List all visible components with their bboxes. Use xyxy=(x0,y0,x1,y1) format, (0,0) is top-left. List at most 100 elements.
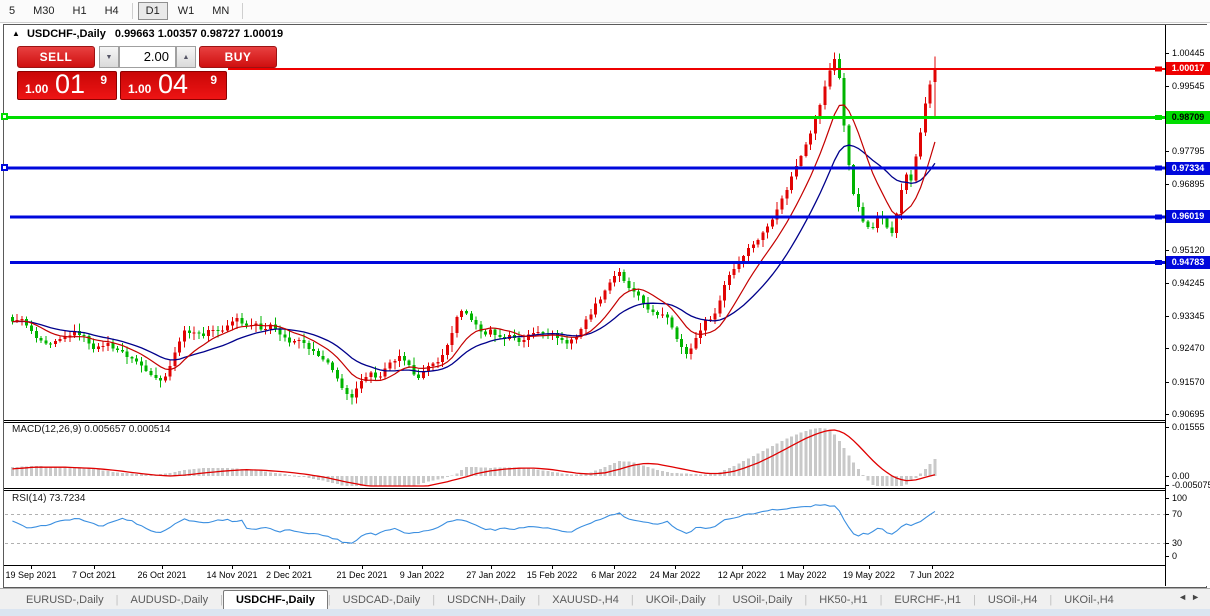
timeframe-button-d1[interactable]: D1 xyxy=(137,2,168,20)
date-tick xyxy=(869,566,870,569)
timeframe-toolbar[interactable]: 5 M30 H1 H4 D1 W1 MN xyxy=(0,0,1210,23)
date-label: 14 Nov 2021 xyxy=(206,570,258,580)
one-click-trade-panel: SELL ▼ 2.00 ▲ BUY 1.00 01 9 1.00 04 9 xyxy=(5,44,277,102)
chart-title-symbol: USDCHF-,Daily xyxy=(26,28,106,40)
sell-button[interactable]: SELL xyxy=(17,46,95,68)
price-tick-label: 0.99545 xyxy=(1172,81,1205,92)
timeframe-button-5[interactable]: 5 xyxy=(1,2,23,20)
price-level-badge: 1.00017 xyxy=(1166,62,1210,76)
panel-separator[interactable] xyxy=(4,488,1207,491)
price-tick-label: 0.94245 xyxy=(1172,277,1205,288)
timeframe-button-h1[interactable]: H1 xyxy=(65,2,95,20)
panel-separator[interactable] xyxy=(4,420,1207,423)
date-axis[interactable]: 19 Sep 2021 7 Oct 2021 26 Oct 2021 14 Nov 2… xyxy=(5,566,1165,586)
date-label: 7 Jun 2022 xyxy=(909,570,955,580)
trading-terminal: { "toolbar": { "timeframes": ["5","M30",… xyxy=(0,0,1210,616)
price-tick xyxy=(1165,381,1169,383)
date-tick xyxy=(932,566,933,569)
indicator-tick-label: 70 xyxy=(1172,509,1183,519)
indicator-tick-label: 0.01555 xyxy=(1172,422,1205,432)
toolbar-separator xyxy=(242,3,244,19)
price-axis[interactable]: 1.00445 0.99545 0.97795 0.96895 0.95120 0.942… xyxy=(1165,25,1210,586)
date-label: 21 Dec 2021 xyxy=(336,570,388,580)
price-tick-label: 0.91570 xyxy=(1172,376,1205,387)
rsi-label: RSI(14) 73.7234 xyxy=(12,493,86,504)
tab-usdcaddaily[interactable]: USDCAD-,Daily xyxy=(331,591,433,609)
tab-usdchfdaily[interactable]: USDCHF-,Daily xyxy=(222,590,328,610)
price-tick xyxy=(1165,184,1169,186)
date-label: 2 Dec 2021 xyxy=(265,570,313,580)
date-tick xyxy=(232,566,233,569)
level-handle[interactable] xyxy=(1,164,8,172)
collapse-triangle-icon[interactable]: ▲ xyxy=(12,29,20,38)
price-tick xyxy=(1165,151,1169,153)
tab-usdcnhdaily[interactable]: USDCNH-,Daily xyxy=(435,591,537,609)
volume-increase-button[interactable]: ▲ xyxy=(176,46,196,68)
date-tick xyxy=(803,566,804,569)
date-label: 19 May 2022 xyxy=(842,570,896,580)
price-tick-label: 1.00445 xyxy=(1172,48,1205,58)
date-label: 26 Oct 2021 xyxy=(137,570,187,580)
price-level-badge: 0.94783 xyxy=(1166,256,1210,270)
indicator-tick-label: 0 xyxy=(1172,551,1178,561)
date-label: 27 Jan 2022 xyxy=(466,570,516,580)
timeframe-button-mn[interactable]: MN xyxy=(204,2,237,20)
macd-indicator-panel[interactable] xyxy=(5,422,1165,488)
sell-price-quote[interactable]: 1.00 01 9 xyxy=(17,69,117,100)
symbol-tab-bar: EURUSD-,Daily | AUDUSD-,Daily | USDCHF-,Dail… xyxy=(0,588,1210,610)
timeframe-button-m30[interactable]: M30 xyxy=(25,2,62,20)
tab-scroll-left-icon[interactable]: ◄ xyxy=(1178,592,1191,602)
tab-audusddaily[interactable]: AUDUSD-,Daily xyxy=(118,591,220,609)
date-tick xyxy=(552,566,553,569)
sell-price-point: 9 xyxy=(100,73,107,87)
tab-hk50h1[interactable]: HK50-,H1 xyxy=(807,591,879,609)
volume-decrease-button[interactable]: ▼ xyxy=(99,46,119,68)
indicator-tick xyxy=(1165,427,1169,428)
date-label: 1 May 2022 xyxy=(779,570,827,580)
price-tick-label: 0.90695 xyxy=(1172,409,1205,420)
indicator-tick xyxy=(1165,543,1169,544)
buy-price-quote[interactable]: 1.00 04 9 xyxy=(120,69,227,100)
tab-ukoilh4[interactable]: UKOil-,H4 xyxy=(1052,591,1126,609)
price-tick xyxy=(1165,315,1169,317)
tab-usoilh4[interactable]: USOil-,H4 xyxy=(976,591,1050,609)
buy-price-point: 9 xyxy=(210,73,217,87)
indicator-tick-label: 100 xyxy=(1172,493,1188,503)
volume-input[interactable]: 2.00 xyxy=(119,46,176,68)
timeframe-button-w1[interactable]: W1 xyxy=(170,2,203,20)
date-tick xyxy=(422,566,423,569)
price-level-badge: 0.98709 xyxy=(1166,110,1210,124)
rsi-indicator-panel[interactable] xyxy=(5,490,1165,565)
timeframe-button-h4[interactable]: H4 xyxy=(97,2,127,20)
date-label: 24 Mar 2022 xyxy=(649,570,701,580)
price-level-badge: 0.96019 xyxy=(1166,210,1210,224)
buy-button[interactable]: BUY xyxy=(199,46,277,68)
buy-price-pips: 04 xyxy=(158,69,189,99)
chart-title: ▲ USDCHF-,Daily 0.99663 1.00357 0.98727 … xyxy=(12,28,283,40)
indicator-tick-label: -0.005075 xyxy=(1172,480,1210,490)
price-tick xyxy=(1165,250,1169,252)
date-label: 6 Mar 2022 xyxy=(591,570,637,580)
date-label: 15 Feb 2022 xyxy=(526,570,578,580)
price-level-badge: 0.97334 xyxy=(1166,161,1210,175)
tab-scroll-right-icon[interactable]: ► xyxy=(1191,592,1204,602)
tab-scroll-arrows[interactable]: ◄► xyxy=(1178,592,1204,602)
tab-eurchfh1[interactable]: EURCHF-,H1 xyxy=(882,591,973,609)
date-label: 7 Oct 2021 xyxy=(71,570,117,580)
tab-ukoildaily[interactable]: UKOil-,Daily xyxy=(634,591,718,609)
price-tick xyxy=(1165,282,1169,284)
tab-eurusddaily[interactable]: EURUSD-,Daily xyxy=(14,591,116,609)
date-label: 12 Apr 2022 xyxy=(717,570,767,580)
toolbar-separator xyxy=(131,3,133,19)
indicator-tick-label: 30 xyxy=(1172,538,1183,548)
level-handle[interactable] xyxy=(1,113,8,121)
sell-price-pips: 01 xyxy=(55,69,86,99)
tab-xauusdh4[interactable]: XAUUSD-,H4 xyxy=(540,591,631,609)
chart-title-ohlc: 0.99663 1.00357 0.98727 1.00019 xyxy=(114,28,284,40)
date-tick xyxy=(675,566,676,569)
date-tick xyxy=(614,566,615,569)
price-tick-label: 0.95120 xyxy=(1172,245,1205,256)
date-label: 19 Sep 2021 xyxy=(5,570,57,580)
date-tick xyxy=(491,566,492,569)
tab-usoildaily[interactable]: USOil-,Daily xyxy=(721,591,805,609)
